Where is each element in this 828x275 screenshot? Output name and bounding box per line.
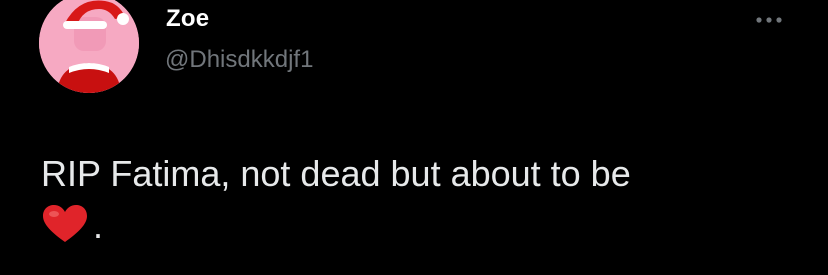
tweet-text: RIP Fatima, not dead but about to be . xyxy=(41,148,801,252)
tweet-text-period: . xyxy=(93,205,104,246)
more-dots-icon xyxy=(756,17,782,23)
avatar-image xyxy=(39,0,139,93)
display-name[interactable]: Zoe xyxy=(166,5,209,33)
tweet-text-line: RIP Fatima, not dead but about to be xyxy=(41,153,631,194)
avatar[interactable] xyxy=(39,0,139,93)
heart-icon xyxy=(43,205,87,242)
user-handle[interactable]: @Dhisdkkdjf1 xyxy=(165,46,313,74)
tweet[interactable]: Zoe @Dhisdkkdjf1 RIP Fatima, not dead bu… xyxy=(0,0,828,275)
more-options-button[interactable] xyxy=(752,10,786,30)
